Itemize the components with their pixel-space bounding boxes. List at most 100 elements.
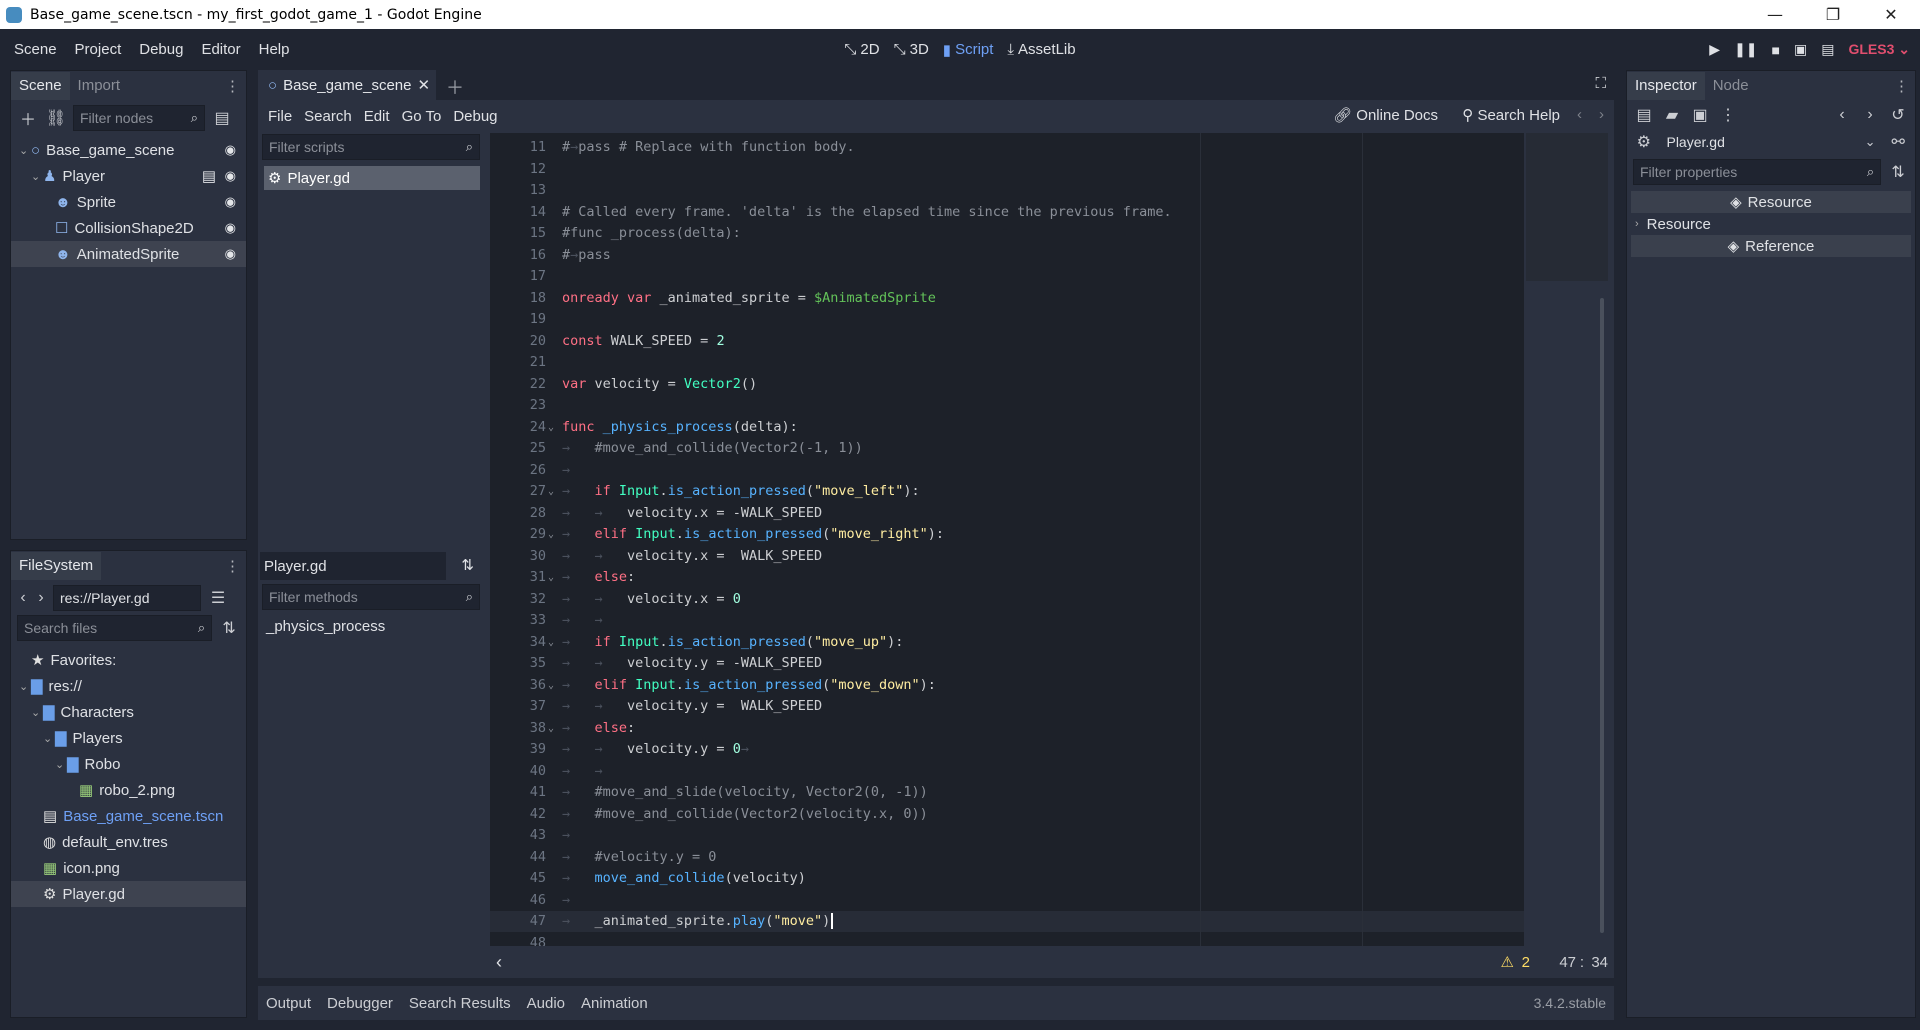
code-line[interactable]: 26 → (490, 460, 1524, 481)
code-line[interactable]: 33 → → (490, 610, 1524, 631)
code-line[interactable]: 29 ⌄ → elif Input.is_action_pressed("move_… (490, 524, 1524, 545)
search-help-button[interactable]: ⚲ Search Help (1462, 106, 1560, 124)
tab-audio[interactable]: Audio (519, 995, 573, 1012)
script-menu-file[interactable]: File (262, 108, 298, 125)
code-line[interactable]: 11 #→pass # Replace with function body. (490, 137, 1524, 158)
history-forward-icon[interactable]: › (1859, 106, 1881, 124)
split-view-icon[interactable]: ☰ (207, 588, 229, 608)
scene-tree-node[interactable]: ☐ CollisionShape2D ◉ (11, 215, 246, 241)
close-tab-icon[interactable]: ✕ (418, 76, 431, 94)
menu-editor[interactable]: Editor (192, 41, 249, 58)
tab-import[interactable]: Import (70, 72, 129, 100)
workspace-assetlib[interactable]: ⤓ AssetLib (1007, 41, 1075, 58)
file-tree-item[interactable]: ▦ icon.png (11, 855, 246, 881)
tab-inspector[interactable]: Inspector (1627, 72, 1705, 100)
code-line[interactable]: 14 # Called every frame. 'delta' is the e… (490, 202, 1524, 223)
add-node-icon[interactable]: ＋ (17, 106, 39, 130)
file-tree-item[interactable]: ⌄ ▇ Robo (11, 751, 246, 777)
link-icon[interactable]: ⛓ (45, 108, 67, 128)
code-line[interactable]: 39 → → velocity.y = 0→ (490, 739, 1524, 760)
fold-arrow-icon[interactable]: ⌄ (548, 718, 554, 739)
sort-icon[interactable]: ⇅ (218, 618, 240, 638)
play-icon[interactable]: ▶ (1709, 41, 1720, 58)
filter-nodes-input[interactable]: Filter nodes ⌕ (73, 105, 205, 131)
history-back-icon[interactable]: ‹ (1831, 106, 1853, 124)
back-icon[interactable]: ‹ (17, 589, 29, 607)
code-line[interactable]: 25 → #move_and_collide(Vector2(-1, 1)) (490, 438, 1524, 459)
script-menu-debug[interactable]: Debug (447, 108, 503, 125)
script-menu-search[interactable]: Search (298, 108, 358, 125)
file-tree-item[interactable]: ⌄ ▇ Players (11, 725, 246, 751)
code-line[interactable]: 30 → → velocity.x = WALK_SPEED (490, 546, 1524, 567)
more-icon[interactable]: ⋮ (1894, 77, 1909, 95)
visibility-eye-icon[interactable]: ◉ (225, 168, 236, 184)
filter-properties-input[interactable]: Filter properties ⌕ (1633, 159, 1882, 185)
code-line[interactable]: 20 const WALK_SPEED = 2 (490, 331, 1524, 352)
tab-scene[interactable]: Scene (11, 72, 70, 100)
more-icon[interactable]: ⋮ (225, 557, 240, 575)
toggle-scripts-panel-icon[interactable]: ‹ (496, 952, 502, 973)
script-menu-edit[interactable]: Edit (358, 108, 396, 125)
scene-tree-node[interactable]: ☻ AnimatedSprite ◉ (11, 241, 246, 267)
more-icon[interactable]: ⋮ (225, 77, 240, 95)
chevron-down-icon[interactable]: ⌄ (19, 144, 31, 157)
script-attached-icon[interactable]: ▤ (202, 167, 216, 185)
fold-arrow-icon[interactable]: ⌄ (548, 417, 554, 438)
code-line[interactable]: 23 (490, 395, 1524, 416)
tab-animation[interactable]: Animation (573, 995, 656, 1012)
code-line[interactable]: 44 → #velocity.y = 0 (490, 847, 1524, 868)
visibility-eye-icon[interactable]: ◉ (225, 220, 236, 236)
code-line[interactable]: 41 → #move_and_slide(velocity, Vector2(0,… (490, 782, 1524, 803)
workspace-2d[interactable]: ⤡ 2D (844, 41, 879, 58)
new-tab-icon[interactable]: ＋ (446, 74, 464, 100)
code-line[interactable]: 13 (490, 180, 1524, 201)
scene-tree-node[interactable]: ☻ Sprite ◉ (11, 189, 246, 215)
visibility-eye-icon[interactable]: ◉ (225, 246, 236, 262)
workspace-script[interactable]: ▮ Script (943, 41, 994, 59)
code-line[interactable]: 35 → → velocity.y = -WALK_SPEED (490, 653, 1524, 674)
fold-arrow-icon[interactable]: ⌄ (548, 481, 554, 502)
new-resource-icon[interactable]: ▤ (1633, 105, 1655, 125)
attach-script-icon[interactable]: ▤ (211, 108, 233, 128)
script-list-item[interactable]: ⚙ Player.gd (264, 166, 480, 190)
tab-base-game-scene[interactable]: ○ Base_game_scene ✕ (258, 70, 436, 100)
path-field[interactable]: res://Player.gd (53, 585, 201, 611)
history-icon[interactable]: ↺ (1887, 105, 1909, 125)
chevron-down-icon[interactable]: ⌄ (31, 170, 43, 183)
menu-scene[interactable]: Scene (5, 41, 66, 58)
sort-methods-icon[interactable]: ⇅ (461, 556, 474, 574)
file-tree-item[interactable]: ⚙ Player.gd (11, 881, 246, 907)
minimize-button[interactable]: — (1746, 0, 1804, 29)
code-line[interactable]: 27 ⌄ → if Input.is_action_pressed("move_le… (490, 481, 1524, 502)
fold-arrow-icon[interactable]: ⌄ (548, 632, 554, 653)
history-forward-icon[interactable]: › (1599, 106, 1604, 123)
file-tree-item[interactable]: ◍ default_env.tres (11, 829, 246, 855)
code-line[interactable]: 32 → → velocity.x = 0 (490, 589, 1524, 610)
stop-icon[interactable]: ■ (1772, 42, 1780, 58)
menu-help[interactable]: Help (250, 41, 299, 58)
fold-arrow-icon[interactable]: ⌄ (548, 675, 554, 696)
code-line[interactable]: 19 (490, 309, 1524, 330)
code-line[interactable]: 38 ⌄ → else: (490, 718, 1524, 739)
fullscreen-icon[interactable]: ⛶ (1595, 75, 1606, 92)
code-line[interactable]: 34 ⌄ → if Input.is_action_pressed("move_up… (490, 632, 1524, 653)
chevron-down-icon[interactable]: ⌄ (19, 680, 31, 693)
maximize-button[interactable]: ❐ (1804, 0, 1862, 29)
section-reference[interactable]: ◈ Reference (1631, 235, 1911, 257)
chevron-down-icon[interactable]: ⌄ (43, 732, 55, 745)
code-line[interactable]: 12 (490, 159, 1524, 180)
minimap[interactable] (1526, 133, 1608, 281)
online-docs-button[interactable]: 🔗︎ Online Docs (1333, 106, 1438, 124)
tab-node[interactable]: Node (1705, 72, 1757, 100)
chevron-down-icon[interactable]: ⌄ (31, 706, 43, 719)
code-line[interactable]: 31 ⌄ → else: (490, 567, 1524, 588)
code-line[interactable]: 42 → #move_and_collide(Vector2(velocity.x… (490, 804, 1524, 825)
file-tree-item[interactable]: ▤ Base_game_scene.tscn (11, 803, 246, 829)
code-line[interactable]: 22 var velocity = Vector2() (490, 374, 1524, 395)
more-options-icon[interactable]: ⋮ (1717, 105, 1739, 125)
play-custom-scene-icon[interactable]: ▤ (1821, 41, 1834, 58)
group-resource[interactable]: › Resource (1631, 213, 1911, 235)
scene-tree-node[interactable]: ⌄ ♟ Player ▤ ◉ (11, 163, 246, 189)
code-line[interactable]: 16 #→pass (490, 245, 1524, 266)
code-editor[interactable]: 11 #→pass # Replace with function body. 12… (490, 133, 1608, 951)
